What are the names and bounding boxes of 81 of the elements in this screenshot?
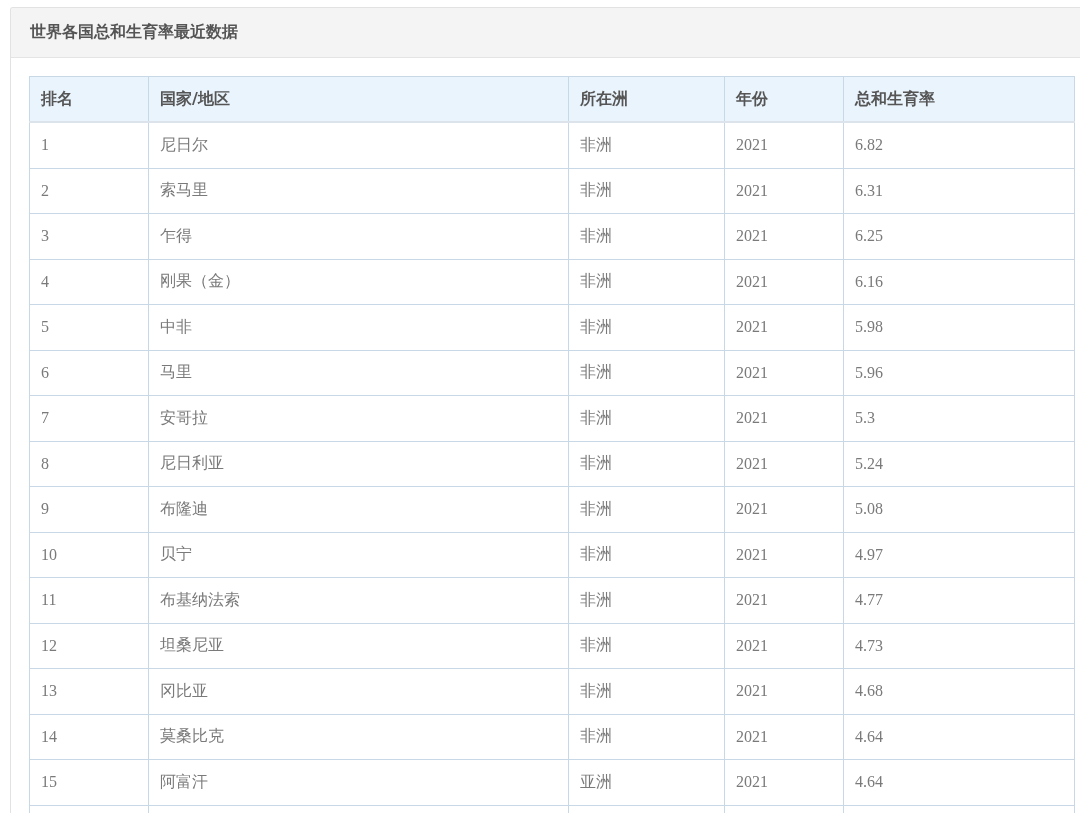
table-cell: 2021 <box>724 122 844 168</box>
table-cell: 非洲 <box>568 668 725 714</box>
table-cell: 14 <box>29 714 149 760</box>
table-cell: 4.77 <box>843 577 1075 623</box>
table-cell: 6.16 <box>843 259 1075 305</box>
table-cell: 冈比亚 <box>148 668 569 714</box>
table-cell: 非洲 <box>568 532 725 578</box>
table-cell: 5.24 <box>843 441 1075 487</box>
table-cell: 中非 <box>148 304 569 350</box>
table-cell: 非洲 <box>568 486 725 532</box>
table-cell: 布隆迪 <box>148 486 569 532</box>
table-cell: 2021 <box>724 486 844 532</box>
table-cell: 2021 <box>724 168 844 214</box>
table-cell: 3 <box>29 213 149 259</box>
table-cell: 布基纳法索 <box>148 577 569 623</box>
table-cell: 4.97 <box>843 532 1075 578</box>
table-cell: 2021 <box>724 714 844 760</box>
table-cell: 非洲 <box>568 168 725 214</box>
table-cell: 马里 <box>148 350 569 396</box>
table-cell: 7 <box>29 395 149 441</box>
table-cell: 5.96 <box>843 350 1075 396</box>
table-cell: 6 <box>29 350 149 396</box>
table-cell: 6.31 <box>843 168 1075 214</box>
table-cell: 亚洲 <box>568 759 725 805</box>
table-cell: 9 <box>29 486 149 532</box>
table-cell: 非洲 <box>568 577 725 623</box>
table-cell: 15 <box>29 759 149 805</box>
table-cell: 5.3 <box>843 395 1075 441</box>
table-cell: 阿富汗 <box>148 759 569 805</box>
table-cell: 刚果（金） <box>148 259 569 305</box>
table-cell: 非洲 <box>568 350 725 396</box>
table-cell: 贝宁 <box>148 532 569 578</box>
table-cell: 尼日利亚 <box>148 441 569 487</box>
table-cell: 非洲 <box>568 714 725 760</box>
table-cell: 2021 <box>724 668 844 714</box>
table-cell: 1 <box>29 122 149 168</box>
table-cell: 4 <box>29 259 149 305</box>
table-cell: 非洲 <box>568 304 725 350</box>
table-cell: 安哥拉 <box>148 395 569 441</box>
table-cell: 2021 <box>724 759 844 805</box>
table-cell: 6.82 <box>843 122 1075 168</box>
table-cell: 5.98 <box>843 304 1075 350</box>
table-cell: 11 <box>29 577 149 623</box>
table-cell: 坦桑尼亚 <box>148 623 569 669</box>
table-cell: 2021 <box>724 577 844 623</box>
table-cell: 5 <box>29 304 149 350</box>
table-cell: 10 <box>29 532 149 578</box>
column-header: 年份 <box>724 76 844 122</box>
table-cell: 非洲 <box>568 623 725 669</box>
table-cell: 13 <box>29 668 149 714</box>
table-cell: 莫桑比克 <box>148 714 569 760</box>
table-cell: 5.08 <box>843 486 1075 532</box>
table-cell: 乍得 <box>148 213 569 259</box>
table-cell: 4.73 <box>843 623 1075 669</box>
table-cell: 2021 <box>724 304 844 350</box>
table-cell: 4.64 <box>843 759 1075 805</box>
column-header: 国家/地区 <box>148 76 569 122</box>
column-header: 总和生育率 <box>843 76 1075 122</box>
table-cell: 8 <box>29 441 149 487</box>
table-cell: 4.64 <box>843 714 1075 760</box>
table-cell: 4.68 <box>843 668 1075 714</box>
table-cell: 非洲 <box>568 259 725 305</box>
table-cell: 12 <box>29 623 149 669</box>
table-cell: 2021 <box>724 395 844 441</box>
table-cell: 索马里 <box>148 168 569 214</box>
table-cell: 非洲 <box>568 441 725 487</box>
table-cell: 6.25 <box>843 213 1075 259</box>
table-cell: 非洲 <box>568 395 725 441</box>
table-cell: 非洲 <box>568 122 725 168</box>
table-cell: 2021 <box>724 623 844 669</box>
table-cell: 2021 <box>724 350 844 396</box>
column-header: 所在洲 <box>568 76 725 122</box>
table-cell: 2021 <box>724 532 844 578</box>
column-header: 排名 <box>29 76 149 122</box>
table-cell: 2021 <box>724 213 844 259</box>
table-cell: 2021 <box>724 441 844 487</box>
table-cell: 尼日尔 <box>148 122 569 168</box>
table-cell: 2021 <box>724 259 844 305</box>
table-cell: 非洲 <box>568 213 725 259</box>
panel-title: 世界各国总和生育率最近数据 <box>30 22 238 43</box>
table-cell: 2 <box>29 168 149 214</box>
